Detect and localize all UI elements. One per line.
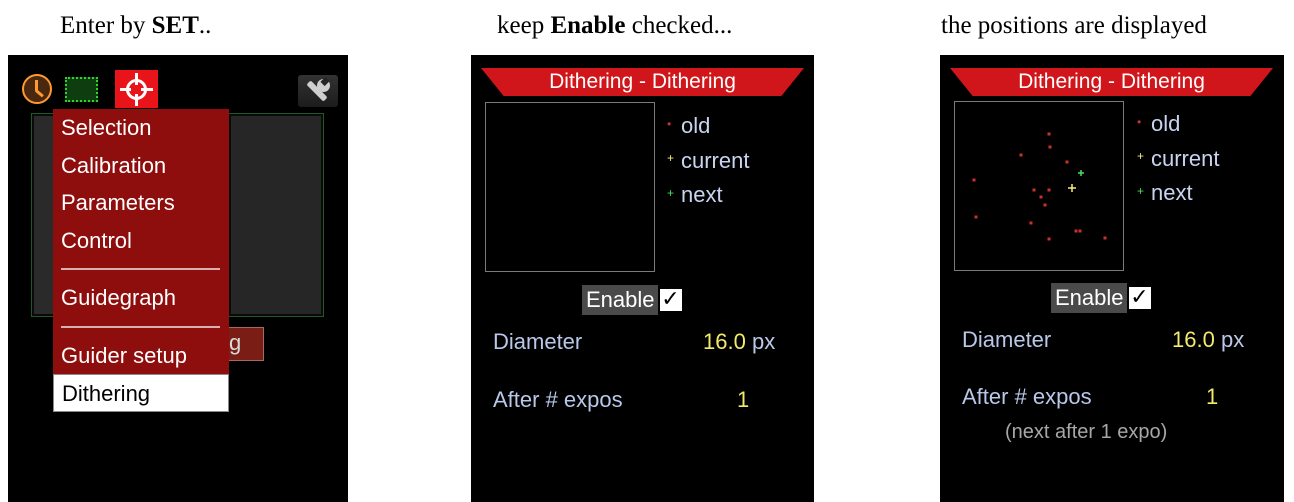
old-position-marker [972, 178, 976, 182]
enable-checkbox[interactable]: ✓ [659, 289, 682, 311]
old-position-marker [1103, 236, 1107, 240]
diameter-unit: px [751, 329, 776, 354]
caption-positions-displayed: the positions are displayed [941, 12, 1207, 48]
page-title: Dithering - Dithering [549, 70, 736, 93]
old-position-marker [1074, 229, 1078, 233]
next-marker-icon: + [667, 186, 675, 201]
diameter-value-field[interactable]: 16.0 px [1172, 327, 1244, 353]
next-marker-icon: + [1137, 184, 1145, 199]
old-position-marker [974, 215, 978, 219]
menu-item-parameters[interactable]: Parameters [53, 184, 229, 222]
enable-checkbox[interactable]: ✓ [1128, 287, 1151, 309]
legend-current: + current [1137, 142, 1219, 177]
menu-item-control[interactable]: Control [53, 222, 229, 260]
menu-item-dithering[interactable]: Dithering [53, 374, 229, 412]
after-expos-label: After # expos [962, 384, 1092, 409]
caption-text: .. [198, 12, 212, 39]
enable-toggle[interactable]: Enable ✓ [582, 285, 682, 315]
menu-separator [61, 268, 220, 270]
camera-screen-menu: g Selection Calibration Parameters Control … [8, 55, 348, 502]
diameter-value[interactable]: 16.0 [703, 329, 746, 354]
caption-bold: Enable [550, 12, 626, 39]
menu-item-guider-setup[interactable]: Guider setup [53, 337, 229, 375]
legend-label: current [681, 147, 750, 173]
menu-item-guidegraph[interactable]: Guidegraph [53, 279, 229, 317]
menu-group-mid: Guidegraph [53, 279, 229, 317]
dithering-screen-empty: Dithering - Dithering • old + current + nex… [471, 55, 814, 502]
legend-old: • old [667, 109, 749, 144]
legend-next: + next [1137, 176, 1219, 211]
after-expos-label: After # expos [493, 387, 623, 412]
caption-keep-enable: keep Enable checked... [497, 12, 732, 48]
dither-positions-svg [972, 132, 1107, 241]
dither-plot [485, 102, 655, 272]
target-icon[interactable] [115, 70, 158, 108]
guider-menu: Selection Calibration Parameters Control Gu… [53, 109, 229, 412]
old-position-marker [1047, 132, 1051, 136]
dither-legend: • old + current + next [667, 109, 749, 213]
old-position-marker [1043, 203, 1047, 207]
legend-label: next [1151, 180, 1193, 206]
wrench-icon[interactable] [298, 75, 338, 107]
diameter-unit: px [1220, 327, 1245, 352]
page-title: Dithering - Dithering [1018, 70, 1205, 93]
old-position-marker [1029, 221, 1033, 225]
background-button: g [226, 327, 264, 361]
menu-separator [61, 325, 220, 328]
old-position-marker [1039, 195, 1043, 199]
old-position-marker [1048, 145, 1052, 149]
legend-label: old [1151, 111, 1181, 136]
old-position-marker [1047, 237, 1051, 241]
old-position-marker [1065, 160, 1069, 164]
next-position-marker [1078, 170, 1084, 176]
caption-enter-by-set: Enter by SET.. [60, 12, 211, 48]
old-position-marker [1078, 229, 1082, 233]
legend-current: + current [667, 144, 749, 179]
old-marker-icon: • [1137, 114, 1142, 129]
old-position-marker [1032, 188, 1036, 192]
next-expo-note: (next after 1 expo) [1005, 421, 1168, 443]
title-bar: Dithering - Dithering [481, 68, 804, 96]
menu-group-bottom: Guider setup [53, 337, 229, 375]
frame-icon[interactable] [65, 77, 98, 102]
after-expos-value[interactable]: 1 [1206, 384, 1218, 410]
after-expos-value[interactable]: 1 [737, 387, 749, 413]
legend-label: next [681, 182, 723, 208]
legend-label: current [1151, 145, 1220, 171]
caption-text: Enter by [60, 12, 152, 39]
enable-label[interactable]: Enable [1051, 283, 1127, 313]
dithering-screen-positions: Dithering - Dithering • old + current + nex… [940, 55, 1284, 502]
enable-label[interactable]: Enable [582, 285, 658, 315]
caption-text: the positions are displayed [941, 12, 1207, 39]
legend-old: • old [1137, 107, 1219, 142]
caption-text: checked... [625, 12, 733, 39]
old-marker-icon: • [667, 116, 672, 131]
old-position-marker [1019, 153, 1023, 157]
menu-item-selection[interactable]: Selection [53, 109, 229, 147]
legend-next: + next [667, 178, 749, 213]
current-marker-icon: + [1137, 149, 1145, 164]
title-bar: Dithering - Dithering [950, 68, 1273, 96]
dither-plot [954, 101, 1124, 271]
menu-item-calibration[interactable]: Calibration [53, 147, 229, 185]
current-marker-icon: + [667, 151, 675, 166]
caption-text: keep [497, 12, 551, 39]
diameter-label: Diameter [493, 329, 583, 354]
old-position-marker [1047, 188, 1051, 192]
enable-toggle[interactable]: Enable ✓ [1051, 283, 1151, 313]
caption-bold: SET [151, 12, 199, 39]
clock-icon[interactable] [22, 74, 52, 104]
diameter-value[interactable]: 16.0 [1172, 327, 1215, 352]
diameter-label: Diameter [962, 327, 1052, 352]
menu-group-top: Selection Calibration Parameters Control [53, 109, 229, 259]
legend-label: old [681, 113, 711, 138]
current-position-marker [1068, 184, 1076, 192]
diameter-value-field[interactable]: 16.0 px [703, 329, 775, 355]
dither-legend: • old + current + next [1137, 107, 1219, 211]
